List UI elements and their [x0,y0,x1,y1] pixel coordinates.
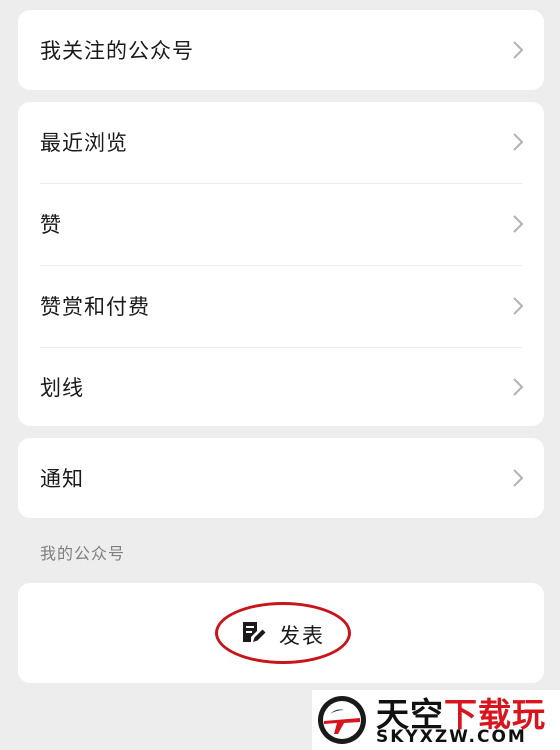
publish-button-label[interactable]: 发表 [279,620,325,650]
chevron-right-icon [513,41,524,59]
airplane-logo-icon [318,696,366,744]
menu-item-label: 划线 [40,376,84,400]
menu-item-label: 赞赏和付费 [40,295,150,319]
menu-item-label: 我关注的公众号 [40,39,194,63]
section-title-my-accounts: 我的公众号 [40,544,126,563]
menu-item-label: 通知 [40,467,84,491]
watermark-subtitle: SKYXZW.COM [376,727,527,747]
menu-item-label: 赞 [40,213,62,237]
menu-item-likes[interactable]: 赞 [18,184,544,264]
menu-item-rewards-payments[interactable]: 赞赏和付费 [18,266,544,346]
edit-document-icon[interactable] [240,620,266,646]
notifications-card: 通知 [18,438,544,518]
menu-item-highlights[interactable]: 划线 [18,347,544,427]
chevron-right-icon [513,378,524,396]
chevron-right-icon [513,469,524,487]
menu-item-followed-accounts[interactable]: 我关注的公众号 [18,10,544,90]
menu-item-notifications[interactable]: 通知 [18,438,544,518]
chevron-right-icon [513,133,524,151]
chevron-right-icon [513,297,524,315]
activity-card: 最近浏览 赞 赞赏和付费 划线 [18,102,544,426]
followed-accounts-card: 我关注的公众号 [18,10,544,90]
site-watermark: 天空下载玩 SKYXZW.COM [312,690,560,750]
menu-item-label: 最近浏览 [40,131,128,155]
menu-item-recent-views[interactable]: 最近浏览 [18,102,544,182]
chevron-right-icon [513,215,524,233]
